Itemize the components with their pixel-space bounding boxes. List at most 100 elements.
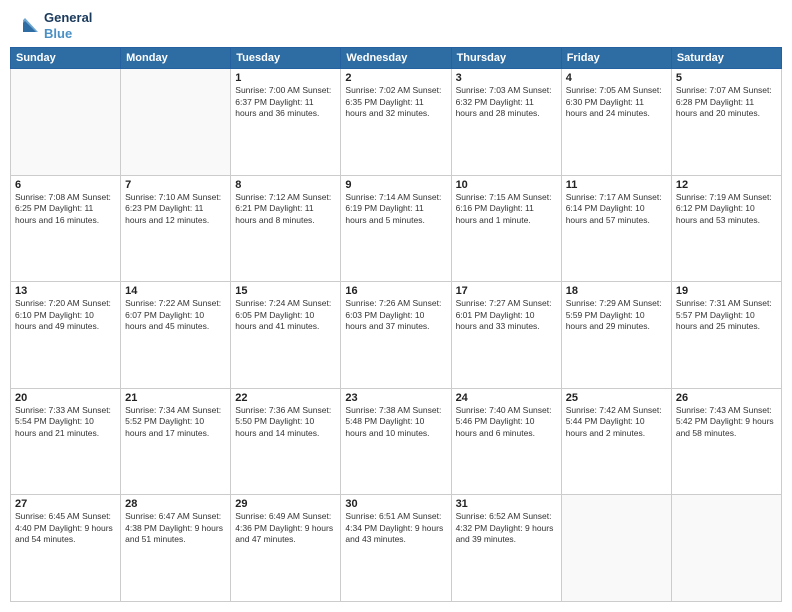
day-info: Sunrise: 7:17 AM Sunset: 6:14 PM Dayligh… — [566, 192, 667, 226]
calendar-cell: 13Sunrise: 7:20 AM Sunset: 6:10 PM Dayli… — [11, 282, 121, 389]
day-number: 19 — [676, 285, 777, 297]
calendar-cell: 21Sunrise: 7:34 AM Sunset: 5:52 PM Dayli… — [121, 388, 231, 495]
calendar-cell: 15Sunrise: 7:24 AM Sunset: 6:05 PM Dayli… — [231, 282, 341, 389]
day-info: Sunrise: 7:24 AM Sunset: 6:05 PM Dayligh… — [235, 298, 336, 332]
calendar-cell — [561, 495, 671, 602]
calendar-cell: 14Sunrise: 7:22 AM Sunset: 6:07 PM Dayli… — [121, 282, 231, 389]
day-number: 8 — [235, 179, 336, 191]
day-info: Sunrise: 7:20 AM Sunset: 6:10 PM Dayligh… — [15, 298, 116, 332]
day-info: Sunrise: 7:12 AM Sunset: 6:21 PM Dayligh… — [235, 192, 336, 226]
day-number: 1 — [235, 72, 336, 84]
logo: General Blue — [10, 10, 92, 41]
calendar-week-1: 6Sunrise: 7:08 AM Sunset: 6:25 PM Daylig… — [11, 175, 782, 282]
day-header-friday: Friday — [561, 48, 671, 69]
day-header-monday: Monday — [121, 48, 231, 69]
logo-text: General Blue — [44, 10, 92, 41]
day-number: 16 — [345, 285, 446, 297]
day-number: 6 — [15, 179, 116, 191]
calendar-table: SundayMondayTuesdayWednesdayThursdayFrid… — [10, 47, 782, 602]
day-info: Sunrise: 7:33 AM Sunset: 5:54 PM Dayligh… — [15, 405, 116, 439]
day-number: 13 — [15, 285, 116, 297]
calendar-week-0: 1Sunrise: 7:00 AM Sunset: 6:37 PM Daylig… — [11, 69, 782, 176]
day-info: Sunrise: 7:08 AM Sunset: 6:25 PM Dayligh… — [15, 192, 116, 226]
day-number: 24 — [456, 392, 557, 404]
day-number: 5 — [676, 72, 777, 84]
day-info: Sunrise: 7:29 AM Sunset: 5:59 PM Dayligh… — [566, 298, 667, 332]
day-info: Sunrise: 7:38 AM Sunset: 5:48 PM Dayligh… — [345, 405, 446, 439]
day-info: Sunrise: 7:31 AM Sunset: 5:57 PM Dayligh… — [676, 298, 777, 332]
day-header-thursday: Thursday — [451, 48, 561, 69]
day-info: Sunrise: 7:05 AM Sunset: 6:30 PM Dayligh… — [566, 85, 667, 119]
day-number: 22 — [235, 392, 336, 404]
day-header-tuesday: Tuesday — [231, 48, 341, 69]
day-info: Sunrise: 6:52 AM Sunset: 4:32 PM Dayligh… — [456, 511, 557, 545]
calendar-cell: 2Sunrise: 7:02 AM Sunset: 6:35 PM Daylig… — [341, 69, 451, 176]
calendar-cell: 7Sunrise: 7:10 AM Sunset: 6:23 PM Daylig… — [121, 175, 231, 282]
day-info: Sunrise: 7:03 AM Sunset: 6:32 PM Dayligh… — [456, 85, 557, 119]
calendar-cell: 26Sunrise: 7:43 AM Sunset: 5:42 PM Dayli… — [671, 388, 781, 495]
calendar-cell: 31Sunrise: 6:52 AM Sunset: 4:32 PM Dayli… — [451, 495, 561, 602]
calendar-cell: 6Sunrise: 7:08 AM Sunset: 6:25 PM Daylig… — [11, 175, 121, 282]
day-number: 27 — [15, 498, 116, 510]
day-number: 11 — [566, 179, 667, 191]
calendar-cell: 27Sunrise: 6:45 AM Sunset: 4:40 PM Dayli… — [11, 495, 121, 602]
day-info: Sunrise: 7:00 AM Sunset: 6:37 PM Dayligh… — [235, 85, 336, 119]
calendar-week-3: 20Sunrise: 7:33 AM Sunset: 5:54 PM Dayli… — [11, 388, 782, 495]
calendar-cell — [121, 69, 231, 176]
day-info: Sunrise: 6:45 AM Sunset: 4:40 PM Dayligh… — [15, 511, 116, 545]
day-number: 7 — [125, 179, 226, 191]
day-number: 10 — [456, 179, 557, 191]
calendar-cell: 11Sunrise: 7:17 AM Sunset: 6:14 PM Dayli… — [561, 175, 671, 282]
calendar-cell: 25Sunrise: 7:42 AM Sunset: 5:44 PM Dayli… — [561, 388, 671, 495]
calendar-cell: 9Sunrise: 7:14 AM Sunset: 6:19 PM Daylig… — [341, 175, 451, 282]
calendar-cell: 3Sunrise: 7:03 AM Sunset: 6:32 PM Daylig… — [451, 69, 561, 176]
day-number: 31 — [456, 498, 557, 510]
day-info: Sunrise: 7:19 AM Sunset: 6:12 PM Dayligh… — [676, 192, 777, 226]
calendar-cell: 20Sunrise: 7:33 AM Sunset: 5:54 PM Dayli… — [11, 388, 121, 495]
logo-line2: Blue — [44, 26, 72, 41]
day-info: Sunrise: 7:43 AM Sunset: 5:42 PM Dayligh… — [676, 405, 777, 439]
header: General Blue — [10, 10, 782, 41]
calendar-cell: 19Sunrise: 7:31 AM Sunset: 5:57 PM Dayli… — [671, 282, 781, 389]
calendar-cell: 29Sunrise: 6:49 AM Sunset: 4:36 PM Dayli… — [231, 495, 341, 602]
day-number: 2 — [345, 72, 446, 84]
calendar-cell: 17Sunrise: 7:27 AM Sunset: 6:01 PM Dayli… — [451, 282, 561, 389]
calendar-cell: 10Sunrise: 7:15 AM Sunset: 6:16 PM Dayli… — [451, 175, 561, 282]
calendar-cell — [671, 495, 781, 602]
day-info: Sunrise: 7:22 AM Sunset: 6:07 PM Dayligh… — [125, 298, 226, 332]
calendar-header-row: SundayMondayTuesdayWednesdayThursdayFrid… — [11, 48, 782, 69]
day-number: 3 — [456, 72, 557, 84]
day-header-wednesday: Wednesday — [341, 48, 451, 69]
day-info: Sunrise: 7:34 AM Sunset: 5:52 PM Dayligh… — [125, 405, 226, 439]
calendar-cell: 5Sunrise: 7:07 AM Sunset: 6:28 PM Daylig… — [671, 69, 781, 176]
calendar-cell: 1Sunrise: 7:00 AM Sunset: 6:37 PM Daylig… — [231, 69, 341, 176]
calendar-cell: 4Sunrise: 7:05 AM Sunset: 6:30 PM Daylig… — [561, 69, 671, 176]
calendar-cell: 8Sunrise: 7:12 AM Sunset: 6:21 PM Daylig… — [231, 175, 341, 282]
day-info: Sunrise: 6:51 AM Sunset: 4:34 PM Dayligh… — [345, 511, 446, 545]
day-number: 18 — [566, 285, 667, 297]
day-number: 29 — [235, 498, 336, 510]
day-header-saturday: Saturday — [671, 48, 781, 69]
day-number: 20 — [15, 392, 116, 404]
day-info: Sunrise: 7:15 AM Sunset: 6:16 PM Dayligh… — [456, 192, 557, 226]
day-info: Sunrise: 7:14 AM Sunset: 6:19 PM Dayligh… — [345, 192, 446, 226]
day-info: Sunrise: 7:40 AM Sunset: 5:46 PM Dayligh… — [456, 405, 557, 439]
calendar-week-2: 13Sunrise: 7:20 AM Sunset: 6:10 PM Dayli… — [11, 282, 782, 389]
day-number: 14 — [125, 285, 226, 297]
calendar-week-4: 27Sunrise: 6:45 AM Sunset: 4:40 PM Dayli… — [11, 495, 782, 602]
day-number: 21 — [125, 392, 226, 404]
day-info: Sunrise: 7:42 AM Sunset: 5:44 PM Dayligh… — [566, 405, 667, 439]
calendar-cell: 30Sunrise: 6:51 AM Sunset: 4:34 PM Dayli… — [341, 495, 451, 602]
page: General Blue SundayMondayTuesdayWednesda… — [0, 0, 792, 612]
day-number: 30 — [345, 498, 446, 510]
calendar-cell: 22Sunrise: 7:36 AM Sunset: 5:50 PM Dayli… — [231, 388, 341, 495]
day-info: Sunrise: 7:27 AM Sunset: 6:01 PM Dayligh… — [456, 298, 557, 332]
logo-icon — [10, 14, 40, 38]
calendar-cell: 24Sunrise: 7:40 AM Sunset: 5:46 PM Dayli… — [451, 388, 561, 495]
day-info: Sunrise: 7:07 AM Sunset: 6:28 PM Dayligh… — [676, 85, 777, 119]
day-info: Sunrise: 6:47 AM Sunset: 4:38 PM Dayligh… — [125, 511, 226, 545]
day-number: 9 — [345, 179, 446, 191]
day-info: Sunrise: 7:10 AM Sunset: 6:23 PM Dayligh… — [125, 192, 226, 226]
day-number: 12 — [676, 179, 777, 191]
day-info: Sunrise: 7:36 AM Sunset: 5:50 PM Dayligh… — [235, 405, 336, 439]
